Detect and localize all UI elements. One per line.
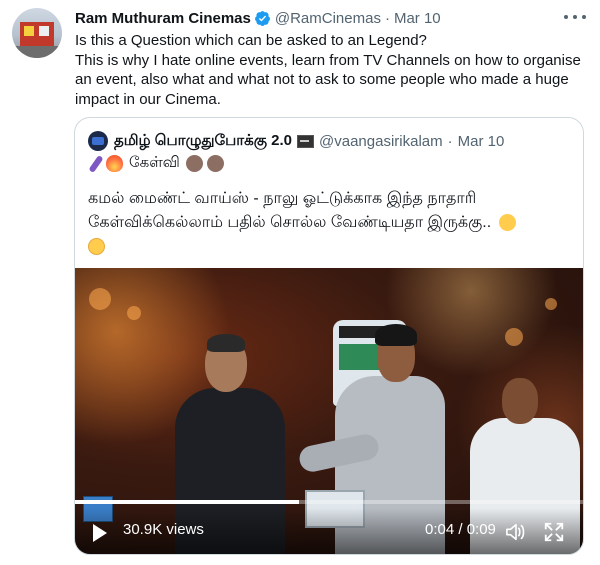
bokeh-light xyxy=(505,328,523,346)
bokeh-light xyxy=(127,306,141,320)
author-avatar[interactable] xyxy=(12,8,62,58)
tears-of-joy-emoji-icon xyxy=(88,238,105,256)
more-options-icon[interactable] xyxy=(564,8,586,26)
more-dot xyxy=(582,15,586,19)
quoted-tweet[interactable]: தமிழ் பொழுதுபோக்கு 2.0 @vaangasirikalam … xyxy=(74,117,584,555)
video-player[interactable]: 30.9K views 0:04 / 0:09 xyxy=(75,268,583,554)
view-count: 30.9K views xyxy=(123,521,204,538)
quoted-tweet-body: கமல் மைண்ட் வாய்ஸ் - நாலு ஓட்டுக்காக இந்… xyxy=(88,190,492,231)
quoted-tweet-header: தமிழ் பொழுதுபோக்கு 2.0 @vaangasirikalam … xyxy=(88,130,504,152)
microphone-emoji-icon xyxy=(88,154,104,173)
video-progress-fill xyxy=(75,500,299,504)
play-icon[interactable] xyxy=(93,524,107,542)
quoted-author-avatar[interactable] xyxy=(88,131,108,151)
person-head xyxy=(502,378,538,424)
avatar-road xyxy=(12,46,62,58)
topic-word: கேள்வி xyxy=(129,154,180,171)
avatar-window xyxy=(39,26,49,36)
person-shrugging-emoji-icon xyxy=(206,155,224,172)
video-controls: 30.9K views 0:04 / 0:09 xyxy=(75,508,583,554)
verified-badge-icon xyxy=(254,10,270,26)
author-name[interactable]: Ram Muthuram Cinemas xyxy=(75,10,251,27)
quoted-tweet-text: கமல் மைண்ட் வாய்ஸ் - நாலு ஓட்டுக்காக இந்… xyxy=(88,187,572,259)
quoted-tweet-topic-line: கேள்வி xyxy=(88,154,224,173)
tweet-header: Ram Muthuram Cinemas @RamCinemas · Mar 1… xyxy=(75,7,441,29)
quoted-author-name[interactable]: தமிழ் பொழுதுபோக்கு 2.0 xyxy=(114,132,292,151)
separator-dot: · xyxy=(447,132,453,150)
fire-emoji-icon xyxy=(106,155,123,172)
tweet-text: Is this a Question which can be asked to… xyxy=(75,32,581,108)
rolling-eyes-emoji-icon xyxy=(498,214,516,232)
more-dot xyxy=(573,15,577,19)
fullscreen-icon[interactable] xyxy=(543,521,565,543)
separator-dot: · xyxy=(384,9,390,27)
more-dot xyxy=(564,15,568,19)
bokeh-light xyxy=(545,298,557,310)
bokeh-light xyxy=(89,288,111,310)
avatar-window xyxy=(24,26,34,36)
person-shrugging-emoji-icon xyxy=(185,155,203,172)
person-hair xyxy=(375,324,417,346)
tweet-date[interactable]: Mar 10 xyxy=(394,10,441,27)
video-time: 0:04 / 0:09 xyxy=(425,521,496,538)
quoted-tweet-date[interactable]: Mar 10 xyxy=(458,133,505,150)
volume-icon[interactable] xyxy=(505,522,527,542)
film-emoji-icon xyxy=(297,134,314,148)
author-handle[interactable]: @RamCinemas xyxy=(275,10,381,27)
video-progress-bar[interactable] xyxy=(75,500,583,504)
quoted-author-handle[interactable]: @vaangasirikalam xyxy=(319,133,443,150)
person-hair xyxy=(207,334,245,352)
